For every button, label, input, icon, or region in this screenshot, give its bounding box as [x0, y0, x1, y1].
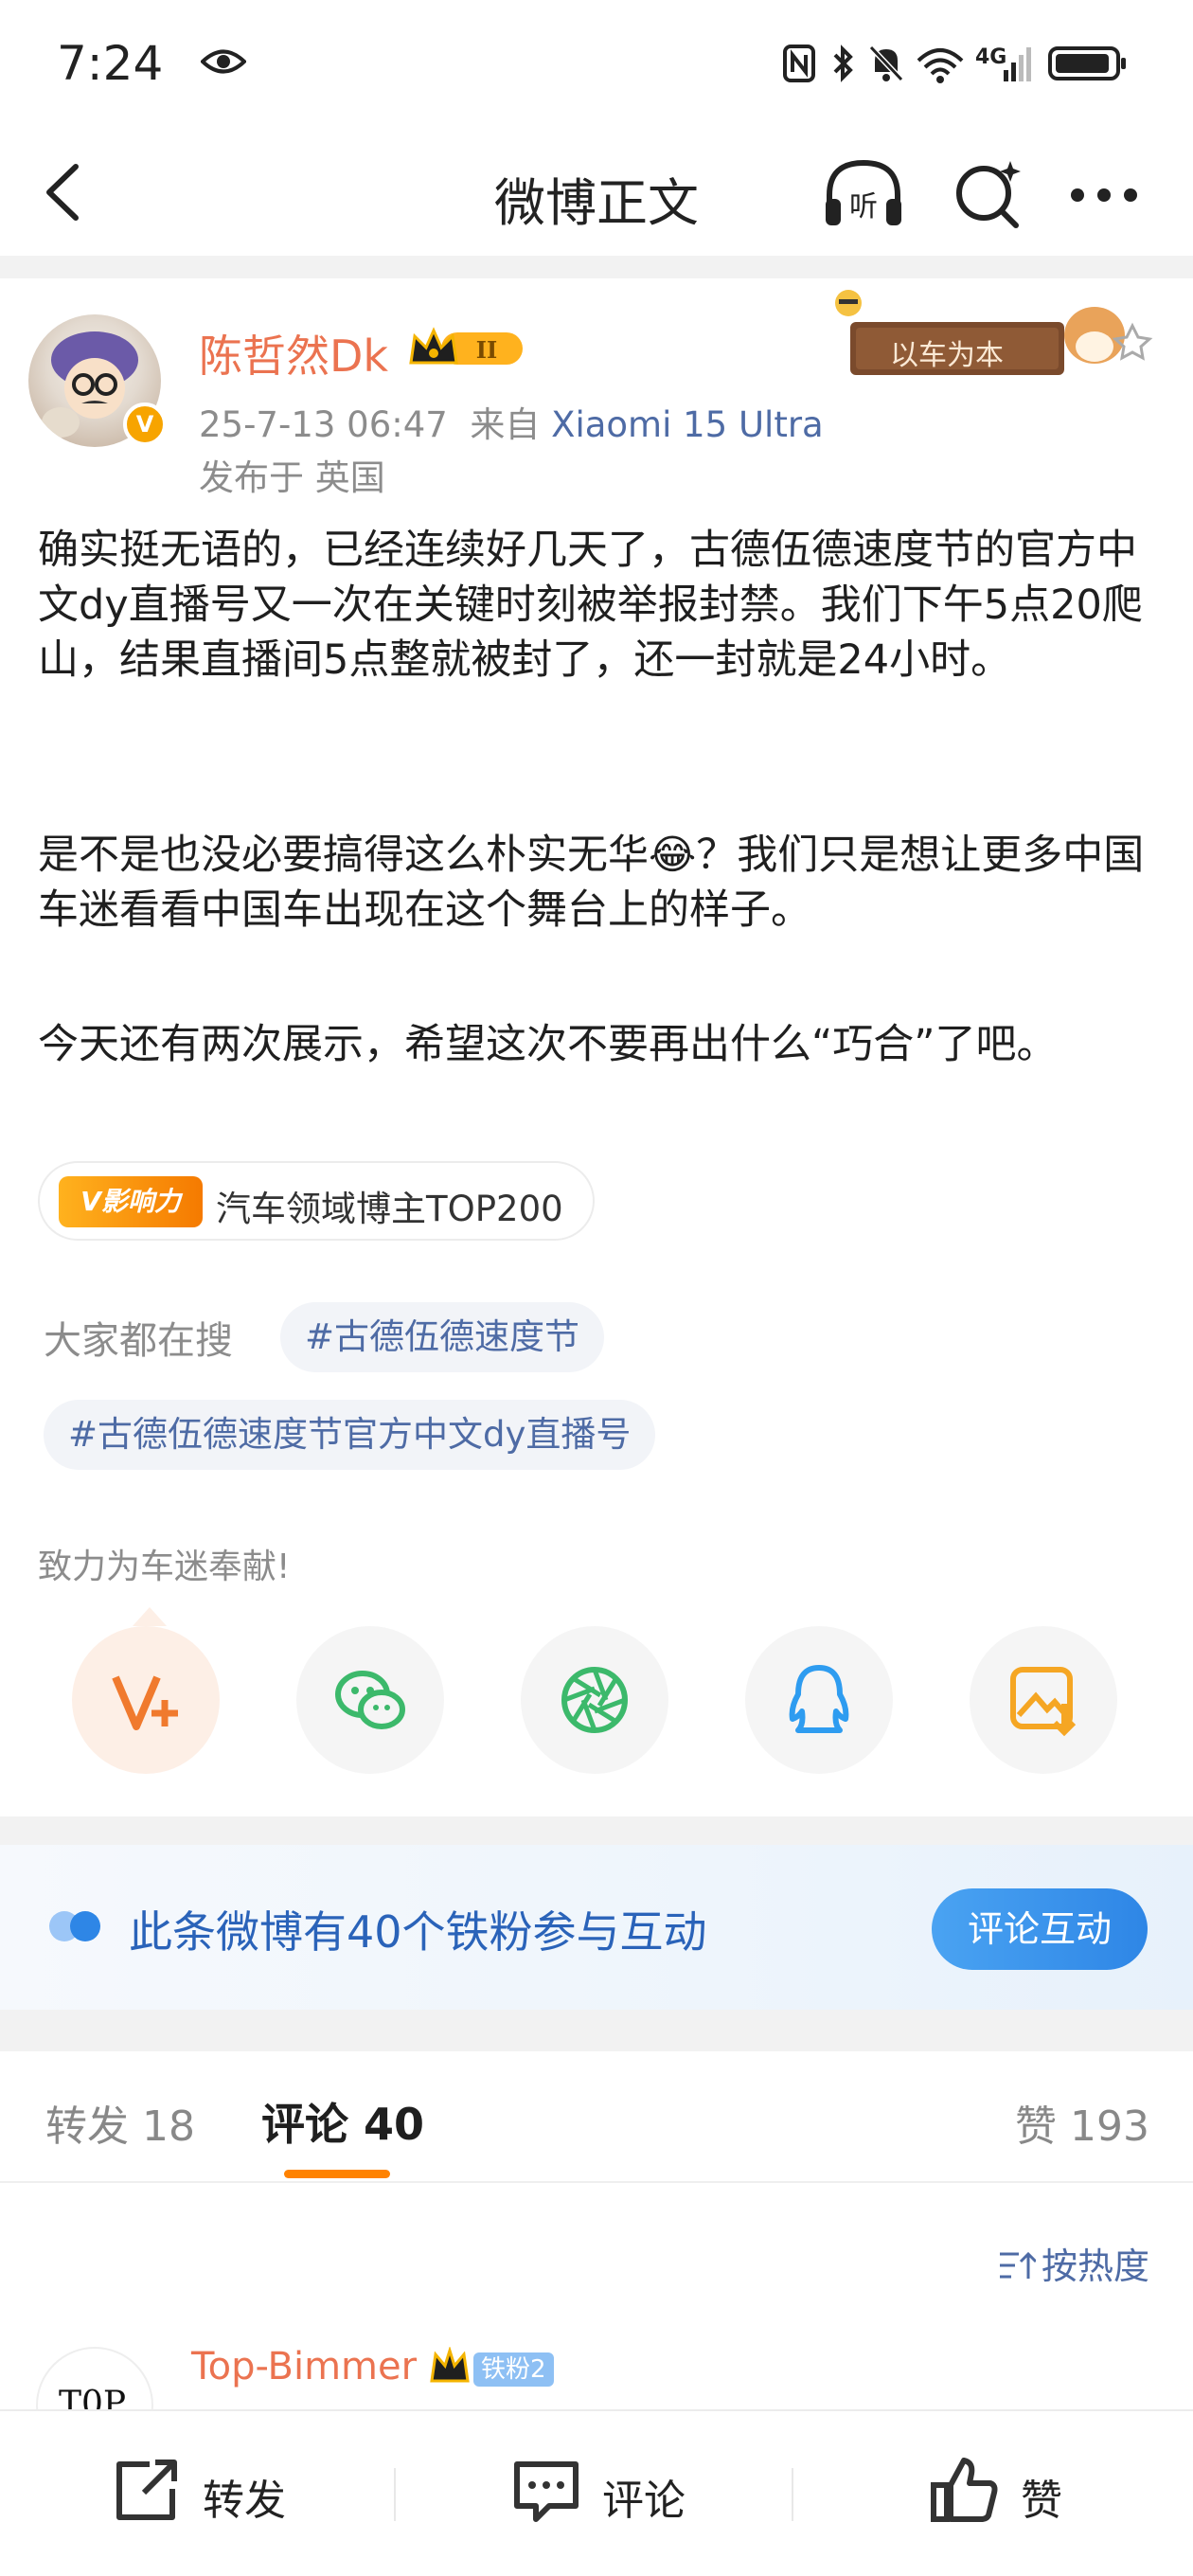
fans-banner-text: 此条微博有40个铁粉参与互动 [129, 1906, 707, 1958]
crown-icon [430, 2347, 470, 2383]
sort-button[interactable]: 按热度 [998, 2237, 1149, 2289]
share-moments-button[interactable] [521, 1626, 668, 1774]
battery-icon [1048, 46, 1126, 80]
wifi-icon [917, 48, 964, 83]
comment-interact-button[interactable]: 评论互动 [932, 1888, 1148, 1970]
sort-icon [999, 2251, 1036, 2279]
influence-badge: V影响力 [59, 1176, 203, 1227]
status-time: 7:24 [57, 36, 164, 91]
eye-icon [201, 49, 246, 74]
mute-bell-icon [868, 45, 904, 82]
post-paragraph: 今天还有两次展示，希望这次不要再出什么“巧合”了吧。 [38, 1021, 1058, 1068]
support-message: 致力为车迷奉献! [38, 1547, 291, 1586]
topic-chip[interactable]: #古德伍德速度节 [280, 1302, 605, 1372]
divider [792, 2468, 793, 2521]
post-paragraph: 是不是也没必要搞得这么朴实无华😂？我们只是想让更多中国车迷看看中国车出现在这个舞… [38, 832, 1145, 934]
level-text: II [476, 336, 497, 364]
tab-repost[interactable]: 转发 18 [45, 2092, 195, 2153]
tooltip-pointer [133, 1607, 167, 1626]
thumbs-up-icon [931, 2458, 998, 2522]
v-plus-button[interactable] [72, 1626, 220, 1774]
commenter-name[interactable]: Top-Bimmer [191, 2345, 417, 2388]
section-divider [0, 1816, 1193, 1845]
sort-label: 按热度 [1041, 2245, 1149, 2287]
bluetooth-icon [833, 45, 853, 82]
trending-search-label: 大家都在搜 [44, 1319, 233, 1363]
more-options-icon[interactable] [1068, 186, 1140, 205]
listen-headphone-icon[interactable]: 听 [820, 153, 907, 233]
interaction-tabs: 转发 18 评论 40 赞 193 [0, 2050, 1193, 2183]
comment-button[interactable]: 评论 [511, 2453, 701, 2529]
signal-icon [1004, 47, 1031, 81]
qq-icon [789, 1665, 849, 1733]
nfc-icon [783, 45, 815, 82]
repost-button[interactable]: 转发 [112, 2453, 301, 2529]
device-link[interactable]: Xiaomi 15 Ultra [551, 404, 824, 445]
active-tab-indicator [284, 2170, 390, 2178]
divider [394, 2468, 396, 2521]
share-wechat-button[interactable] [296, 1626, 444, 1774]
author-name[interactable]: 陈哲然Dk [199, 322, 388, 385]
section-divider [0, 2010, 1193, 2051]
like-label: 赞 [1021, 2477, 1062, 2525]
share-qq-button[interactable] [745, 1626, 893, 1774]
post-timestamp: 25-7-13 06:47 [199, 404, 448, 445]
svg-text:听: 听 [849, 190, 878, 224]
topic-chip[interactable]: #古德伍德速度节官方中文dy直播号 [44, 1400, 656, 1470]
section-divider [0, 256, 1193, 278]
influence-label: 汽车领域博主TOP200 [216, 1189, 563, 1229]
deco-text: 以车为本 [890, 339, 1004, 372]
crown-level-badge-icon[interactable]: II [407, 325, 526, 372]
search-icon[interactable] [952, 157, 1024, 229]
like-button[interactable]: 赞 [930, 2453, 1081, 2529]
post-paragraph: 确实挺无语的，已经连续好几天了，古德伍德速度节的官方中文dy直播号又一次在关键时… [38, 527, 1143, 684]
post-location: 发布于 英国 [199, 457, 385, 498]
comment-label: 评论 [602, 2477, 686, 2525]
share-arrow-icon [116, 2460, 177, 2520]
verified-badge-icon: V [123, 402, 167, 446]
v-plus-icon [112, 1675, 178, 1730]
source-prefix: 来自 [470, 404, 541, 445]
moments-icon [561, 1667, 628, 1733]
card-decoration: 以车为本 [833, 284, 1155, 396]
save-image-button[interactable] [970, 1626, 1117, 1774]
post-meta: 25-7-13 06:47 来自 Xiaomi 15 Ultra [199, 396, 824, 447]
bottom-action-bar: 转发 评论 赞 [0, 2409, 1193, 2576]
fans-bubble-icon [49, 1911, 100, 1941]
comment-bubble-icon [514, 2461, 579, 2522]
tab-like[interactable]: 赞 193 [1015, 2092, 1149, 2153]
wechat-icon [335, 1671, 405, 1729]
repost-label: 转发 [203, 2477, 286, 2525]
nav-bar: 微博正文 听 [0, 133, 1193, 256]
status-bar: 7:24 4G [0, 0, 1193, 133]
influence-tag[interactable]: V影响力 汽车领域博主TOP200 [38, 1161, 595, 1241]
fan-level-badge: 铁粉2 [473, 2352, 554, 2387]
fans-interaction-banner[interactable]: 此条微博有40个铁粉参与互动 评论互动 [0, 1845, 1193, 2010]
tab-comment[interactable]: 评论 40 [261, 2090, 424, 2153]
save-image-icon [1010, 1667, 1077, 1737]
